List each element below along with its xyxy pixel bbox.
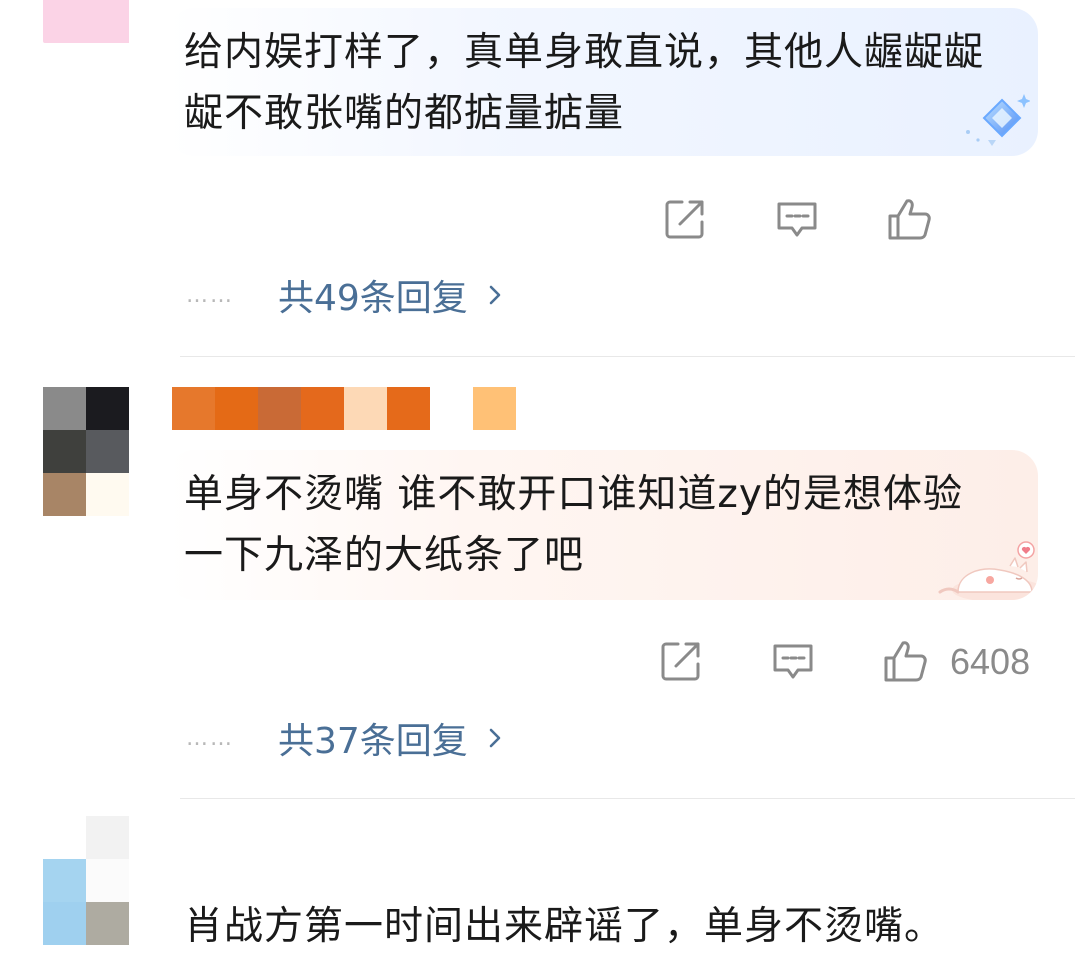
avatar[interactable] (43, 387, 129, 516)
replies-row: …… 共49条回复 (186, 270, 506, 320)
diamond-badge-icon (966, 94, 1030, 146)
divider (180, 798, 1075, 799)
comment-actions (650, 190, 1060, 250)
cat-sticker-icon (938, 541, 1038, 600)
replies-dots: …… (186, 725, 234, 751)
replies-dots: …… (186, 282, 234, 308)
share-icon[interactable] (658, 638, 704, 684)
comment-icon[interactable] (774, 196, 820, 242)
replies-row: …… 共37条回复 (186, 713, 506, 763)
view-replies-link[interactable]: 共37条回复 (278, 712, 506, 764)
comment-text: 给内娱打样了，真单身敢直说，其他人龌龊龊龊不敢张嘴的都掂量掂量 (184, 30, 985, 136)
comment-bubble: 给内娱打样了，真单身敢直说，其他人龌龊龊龊不敢张嘴的都掂量掂量 (168, 8, 1038, 156)
like-icon[interactable] (882, 638, 928, 684)
comment-bubble: 单身不烫嘴 谁不敢开口谁知道zy的是想体验一下九泽的大纸条了吧 (168, 450, 1038, 600)
comment-icon[interactable] (770, 638, 816, 684)
comment-feed: 给内娱打样了，真单身敢直说，其他人龌龊龊龊不敢张嘴的都掂量掂量 …… 共49条回… (0, 0, 1075, 966)
share-icon[interactable] (662, 196, 708, 242)
replies-count-label: 共37条回复 (278, 721, 468, 762)
like-count: 6408 (950, 641, 1031, 682)
view-replies-link[interactable]: 共49条回复 (278, 269, 506, 321)
comment-text: 肖战方第一时间出来辟谣了，单身不烫嘴。 (184, 904, 945, 949)
replies-count-label: 共49条回复 (278, 278, 468, 319)
chevron-right-icon (489, 285, 501, 305)
avatar[interactable] (43, 816, 129, 945)
divider (180, 356, 1075, 357)
username[interactable] (172, 387, 516, 430)
comment-text: 单身不烫嘴 谁不敢开口谁知道zy的是想体验一下九泽的大纸条了吧 (184, 472, 963, 578)
avatar-partial[interactable] (43, 0, 129, 43)
chevron-right-icon (489, 728, 501, 748)
comment-actions: 6408 (650, 632, 1060, 692)
like-icon[interactable] (886, 196, 932, 242)
